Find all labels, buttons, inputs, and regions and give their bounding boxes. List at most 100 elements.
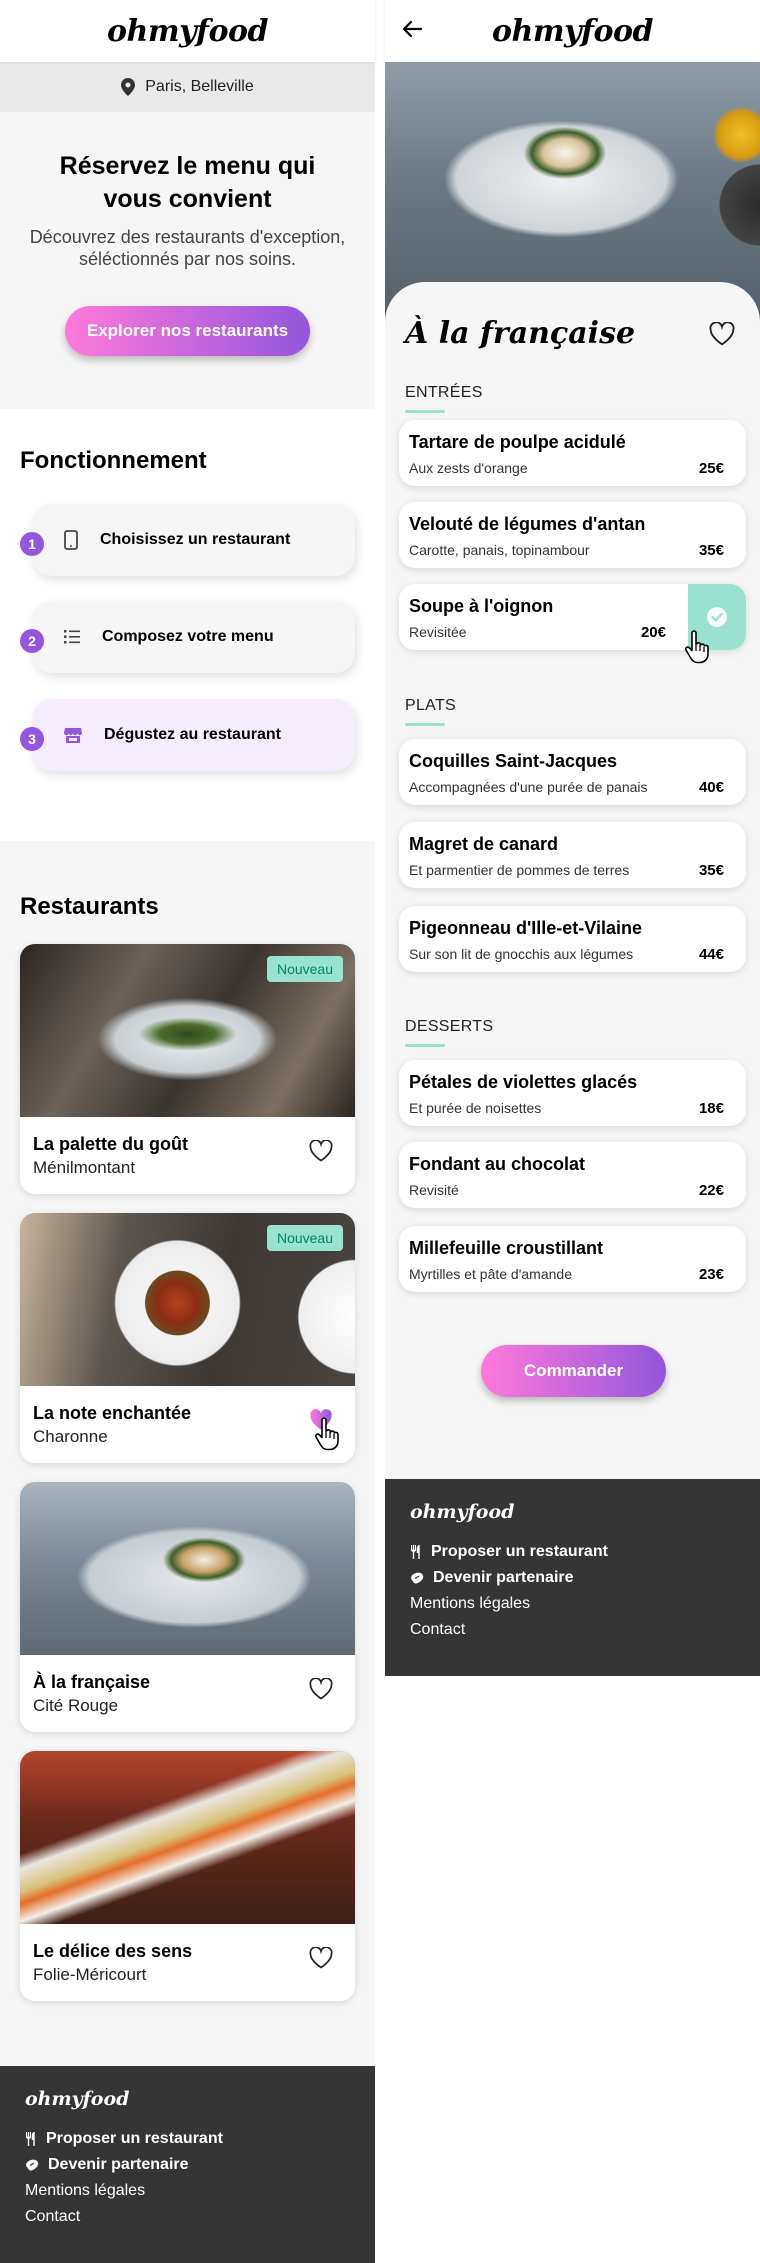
dish-name: Pétales de violettes glacés [409, 1072, 638, 1092]
restaurant-name: La note enchantée [33, 1403, 192, 1423]
step-number: 2 [20, 629, 44, 653]
handshake-icon [410, 1572, 424, 1584]
menu-item[interactable]: Fondant au chocolat Revisité 22€ [399, 1142, 746, 1208]
header: ohmyfood [0, 0, 375, 62]
heart-icon[interactable] [309, 1678, 333, 1702]
dish-price: 18€ [698, 1100, 724, 1117]
step-label: Composez votre menu [102, 628, 274, 645]
dish-description: Et purée de noisettes [409, 1100, 542, 1116]
step-number: 1 [20, 532, 44, 556]
dish-name: Millefeuille croustillant [409, 1238, 604, 1258]
menu-section-title: PLATS [405, 697, 456, 726]
footer-link[interactable]: Contact [25, 2208, 80, 2226]
restaurant-card[interactable]: Le délice des sens Folie-Méricourt [20, 1751, 355, 2001]
step-number: 3 [20, 727, 44, 751]
dish-name: Soupe à l'oignon [409, 596, 554, 616]
logo[interactable]: ohmyfood [107, 14, 268, 49]
step-card: Dégustez au restaurant [32, 699, 355, 771]
hero-title: Réservez le menu qui vous convient [59, 152, 316, 213]
restaurant-title: À la française [405, 316, 636, 351]
new-badge: Nouveau [266, 1225, 343, 1251]
heart-icon[interactable] [709, 322, 735, 348]
hand-cursor-icon [683, 630, 717, 670]
how-it-works-section: Fonctionnement 1 Choisissez un restauran… [0, 409, 375, 841]
footer: ohmyfood Proposer un restaurant Devenir … [0, 2066, 375, 2263]
restaurant-card[interactable]: Nouveau La note enchantée Charonne [20, 1213, 355, 1463]
mobile-phone-icon [64, 530, 78, 550]
menu-item[interactable]: Coquilles Saint-Jacques Accompagnées d'u… [399, 739, 746, 805]
menu-item[interactable]: Pigeonneau d'Ille-et-Vilaine Sur son lit… [399, 906, 746, 972]
restaurant-name: À la française [33, 1672, 151, 1692]
order-button[interactable]: Commander [481, 1345, 666, 1397]
dish-price: 20€ [640, 624, 666, 641]
home-screen: ohmyfood Paris, Belleville Réservez le m… [0, 0, 375, 2263]
dish-price: 44€ [698, 946, 724, 963]
dish-name: Coquilles Saint-Jacques [409, 751, 618, 771]
dish-price: 35€ [698, 542, 724, 559]
footer-link[interactable]: Mentions légales [410, 1595, 530, 1613]
heart-icon[interactable] [309, 1140, 333, 1164]
restaurant-area: Folie-Méricourt [33, 1965, 147, 1984]
logo[interactable]: ohmyfood [492, 14, 653, 49]
dish-name: Tartare de poulpe acidulé [409, 432, 626, 452]
footer-link[interactable]: Proposer un restaurant [25, 2130, 223, 2148]
footer-link[interactable]: Devenir partenaire [410, 1569, 574, 1587]
step-card: Composez votre menu [32, 601, 355, 673]
menu-section: À la française ENTRÉES Tartare de poulpe… [385, 282, 760, 1676]
footer-logo[interactable]: ohmyfood [410, 1501, 514, 1523]
step-1: 1 Choisissez un restaurant [20, 504, 355, 576]
restaurant-area: Ménilmontant [33, 1158, 136, 1177]
restaurant-photo [20, 1482, 355, 1655]
dish-description: Revisité [409, 1182, 459, 1198]
new-badge: Nouveau [266, 956, 343, 982]
restaurant-card[interactable]: À la française Cité Rouge [20, 1482, 355, 1732]
step-3: 3 Dégustez au restaurant [20, 699, 355, 771]
footer-link[interactable]: Contact [410, 1621, 465, 1639]
dish-description: Myrtilles et pâte d'amande [409, 1266, 572, 1282]
store-icon [64, 727, 82, 743]
hero-subtitle: Découvrez des restaurants d'exception, s… [29, 227, 346, 269]
dish-description: Revisitée [409, 624, 467, 640]
utensils-icon [25, 2132, 37, 2146]
map-pin-icon [121, 78, 136, 96]
dish-name: Fondant au chocolat [409, 1154, 586, 1174]
dish-price: 35€ [698, 862, 724, 879]
menu-item[interactable]: Velouté de légumes d'antan Carotte, pana… [399, 502, 746, 568]
dish-description: Sur son lit de gnocchis aux légumes [409, 946, 634, 962]
dish-price: 40€ [698, 779, 724, 796]
dish-name: Pigeonneau d'Ille-et-Vilaine [409, 918, 642, 938]
menu-item[interactable]: Tartare de poulpe acidulé Aux zests d'or… [399, 420, 746, 486]
hero-section: Réservez le menu qui vous convient Décou… [0, 112, 375, 399]
restaurant-area: Cité Rouge [33, 1696, 119, 1715]
footer-link[interactable]: Proposer un restaurant [410, 1543, 608, 1561]
dish-name: Magret de canard [409, 834, 559, 854]
dish-description: Accompagnées d'une purée de panais [409, 779, 648, 795]
location-bar[interactable]: Paris, Belleville [0, 62, 375, 112]
restaurant-photo: Nouveau [20, 1213, 355, 1386]
menu-item[interactable]: Magret de canard Et parmentier de pommes… [399, 822, 746, 888]
menu-section-title: ENTRÉES [405, 384, 483, 413]
dish-price: 22€ [698, 1182, 724, 1199]
menu-section-title: DESSERTS [405, 1018, 494, 1047]
footer-link[interactable]: Mentions légales [25, 2182, 145, 2200]
arrow-left-icon[interactable] [401, 18, 427, 44]
step-2: 2 Composez votre menu [20, 601, 355, 673]
dish-description: Aux zests d'orange [409, 460, 528, 476]
list-icon [64, 630, 80, 644]
section-title: Fonctionnement [20, 447, 207, 474]
dish-price: 25€ [698, 460, 724, 477]
explore-restaurants-button[interactable]: Explorer nos restaurants [64, 306, 311, 357]
handshake-icon [25, 2159, 39, 2171]
footer-logo[interactable]: ohmyfood [25, 2088, 129, 2110]
restaurant-name: Le délice des sens [33, 1941, 193, 1961]
step-card: Choisissez un restaurant [32, 504, 355, 576]
footer: ohmyfood Proposer un restaurant Devenir … [385, 1479, 760, 1676]
dish-price: 23€ [698, 1266, 724, 1283]
hand-cursor-icon [313, 1417, 347, 1457]
menu-item[interactable]: Pétales de violettes glacés Et purée de … [399, 1060, 746, 1126]
restaurant-card[interactable]: Nouveau La palette du goût Ménilmontant [20, 944, 355, 1194]
menu-item[interactable]: Millefeuille croustillant Myrtilles et p… [399, 1226, 746, 1292]
footer-link[interactable]: Devenir partenaire [25, 2156, 189, 2174]
heart-icon[interactable] [309, 1947, 333, 1971]
dish-description: Et parmentier de pommes de terres [409, 862, 630, 878]
